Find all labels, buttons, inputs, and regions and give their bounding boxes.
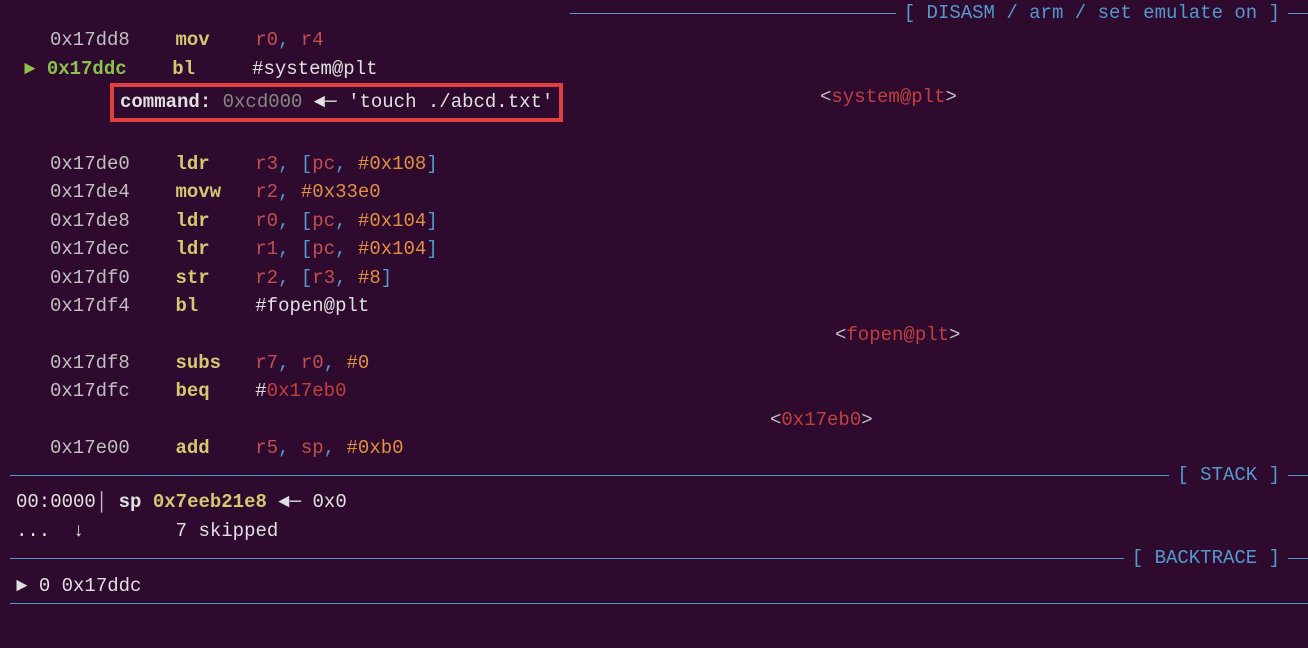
backtrace-row: ► 0 0x17ddc <box>10 571 1308 601</box>
stack-section-header: [ STACK ] <box>10 464 1308 486</box>
bottom-divider <box>10 603 1308 604</box>
disasm-row: 0x17e00 add r5, sp, #0xb0 <box>10 434 1308 463</box>
disasm-row: 0x17df4 bl #fopen@plt <fopen@plt> <box>10 292 1308 321</box>
current-marker-icon: ► <box>24 58 35 80</box>
disasm-row-current: ► 0x17ddc bl #system@plt <system@plt> <box>10 55 1308 84</box>
stack-row: 00:0000│ sp 0x7eeb21e8 ◄─ 0x0 <box>10 488 1308 517</box>
backtrace-marker-icon: ► <box>16 575 27 597</box>
backtrace-label: [ BACKTRACE ] <box>1124 547 1288 569</box>
command-annotation: command: 0xcd000 ◄─ 'touch ./abcd.txt' <box>10 83 1308 122</box>
disasm-row: 0x17dfc beq #0x17eb0 <0x17eb0> <box>10 377 1308 406</box>
backtrace-section-header: [ BACKTRACE ] <box>10 547 1308 569</box>
disasm-row: 0x17de4 movw r2, #0x33e0 <box>10 178 1308 207</box>
disasm-row: 0x17df0 str r2, [r3, #8] <box>10 264 1308 293</box>
stack-skip-row: ... ↓ 7 skipped <box>10 517 1308 546</box>
disasm-row: 0x17de8 ldr r0, [pc, #0x104] <box>10 207 1308 236</box>
disasm-label: [ DISASM / arm / set emulate on ] <box>896 2 1288 24</box>
disasm-row: 0x17dec ldr r1, [pc, #0x104] <box>10 235 1308 264</box>
disasm-row: 0x17dd8 mov r0, r4 <box>10 26 1308 55</box>
disasm-row: 0x17df8 subs r7, r0, #0 <box>10 349 1308 378</box>
disasm-section-header: [ DISASM / arm / set emulate on ] <box>10 2 1308 24</box>
disasm-row: 0x17de0 ldr r3, [pc, #0x108] <box>10 150 1308 179</box>
down-arrow-icon: ↓ <box>73 520 84 542</box>
stack-label: [ STACK ] <box>1169 464 1288 486</box>
